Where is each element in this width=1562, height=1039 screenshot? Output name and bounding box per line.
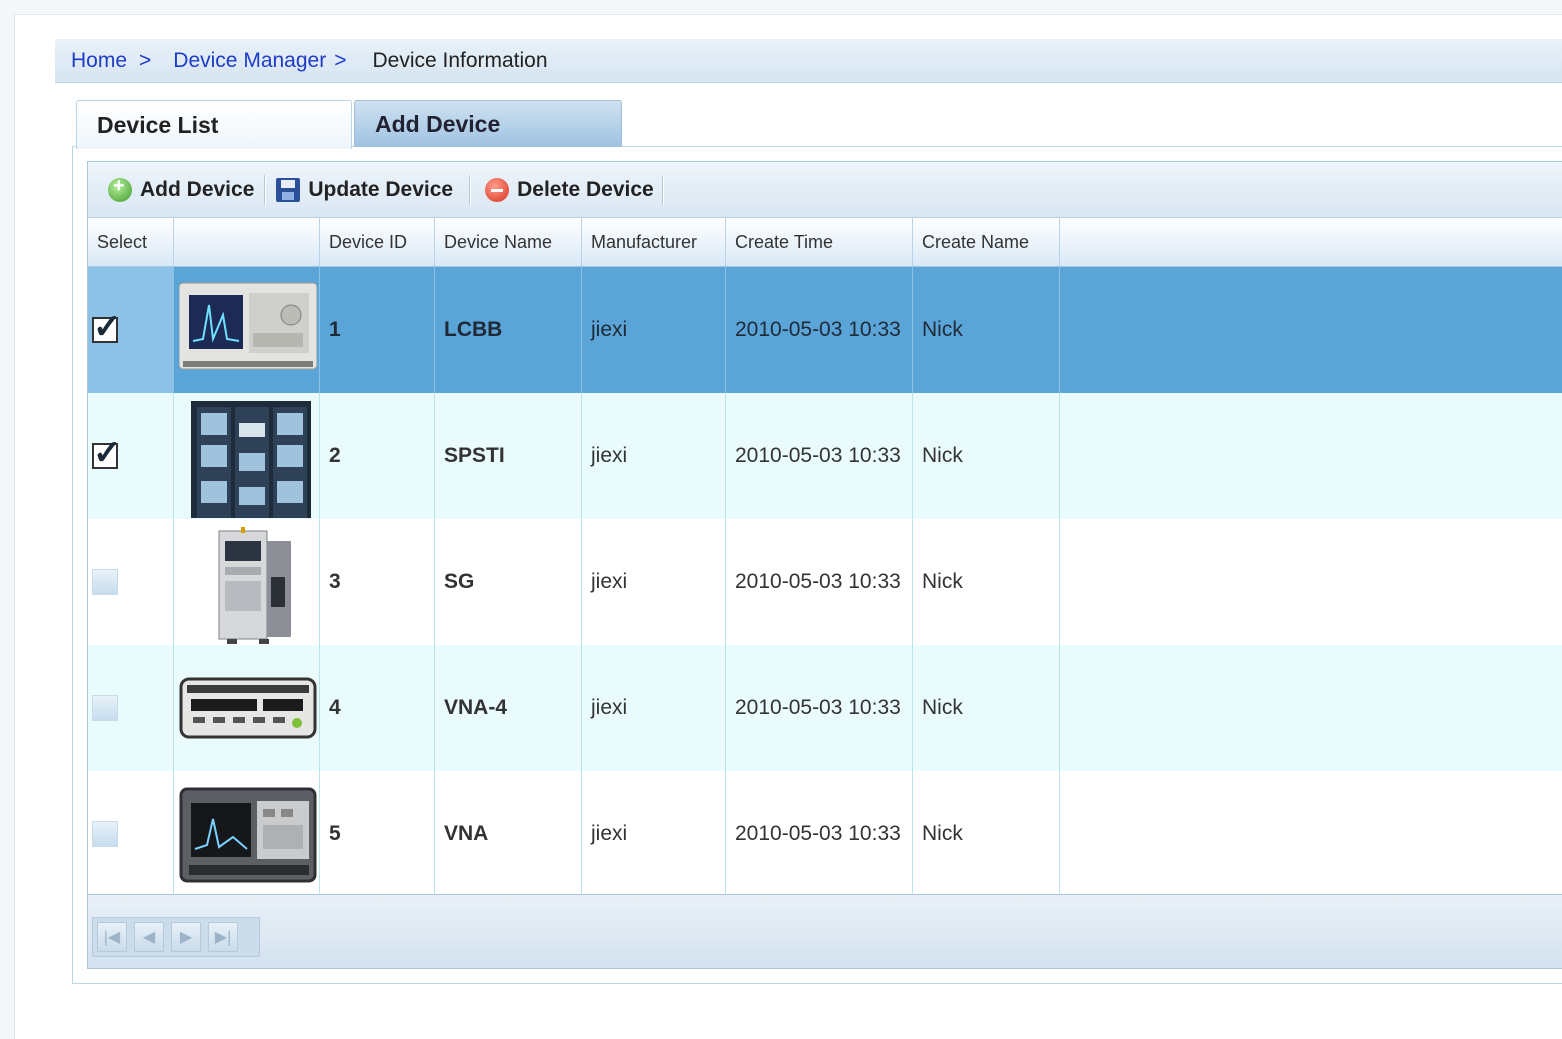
prev-page-icon[interactable]: ◀ <box>134 922 164 952</box>
create-time-cell: 2010-05-03 10:33 <box>726 645 913 771</box>
create-time-cell: 2010-05-03 10:33 <box>726 771 913 897</box>
last-page-icon[interactable]: ▶| <box>208 922 238 952</box>
grid-toolbar: Add Device Update Device Delete Device <box>88 162 1562 218</box>
image-cell <box>174 267 320 393</box>
device-id-cell: 4 <box>320 645 435 771</box>
next-page-icon[interactable]: ▶ <box>171 922 201 952</box>
toolbar-divider <box>469 174 472 205</box>
table-row[interactable]: 1 LCBB jiexi 2010-05-03 10:33 Nick <box>88 267 1562 393</box>
breadcrumb-current: Device Information <box>372 48 548 72</box>
row-checkbox[interactable] <box>92 433 122 473</box>
device-thumbnail-network-analyzer <box>179 282 317 370</box>
image-cell <box>174 519 320 645</box>
row-checkbox[interactable] <box>92 821 118 847</box>
breadcrumb-device-manager-link[interactable]: Device Manager <box>173 49 326 73</box>
delete-device-label: Delete Device <box>517 177 654 201</box>
row-checkbox[interactable] <box>92 569 118 595</box>
select-cell <box>88 645 174 771</box>
create-time-cell: 2010-05-03 10:33 <box>726 267 913 393</box>
update-device-label: Update Device <box>308 177 454 201</box>
create-name-cell: Nick <box>913 771 1060 897</box>
image-cell <box>174 393 320 519</box>
grid-header: Select Device ID Device Name Manufacture… <box>88 218 1562 267</box>
device-name-cell: VNA-4 <box>435 645 582 771</box>
device-id-cell: 2 <box>320 393 435 519</box>
header-create-name[interactable]: Create Name <box>913 218 1060 266</box>
breadcrumb: Home > Device Manager > Device Informati… <box>55 39 1562 83</box>
select-cell <box>88 267 174 393</box>
device-name-cell: SG <box>435 519 582 645</box>
table-row[interactable]: 3 SG jiexi 2010-05-03 10:33 Nick <box>88 519 1562 645</box>
table-row[interactable]: 2 SPSTI jiexi 2010-05-03 10:33 Nick <box>88 393 1562 519</box>
tab-device-list[interactable]: Device List <box>76 100 352 149</box>
header-create-time[interactable]: Create Time <box>726 218 913 266</box>
device-grid: Add Device Update Device Delete Device S… <box>87 161 1562 969</box>
header-image <box>174 218 320 266</box>
image-cell <box>174 771 320 897</box>
breadcrumb-separator: > <box>139 48 152 72</box>
header-device-id[interactable]: Device ID <box>320 218 435 266</box>
device-id-cell: 1 <box>320 267 435 393</box>
toolbar-divider <box>264 174 267 205</box>
device-thumbnail-server-rack <box>191 401 311 518</box>
save-disk-icon <box>276 177 301 202</box>
manufacturer-cell: jiexi <box>582 519 726 645</box>
create-time-cell: 2010-05-03 10:33 <box>726 519 913 645</box>
add-circle-icon <box>108 175 132 202</box>
image-cell <box>174 645 320 771</box>
create-name-cell: Nick <box>913 645 1060 771</box>
device-id-cell: 5 <box>320 771 435 897</box>
grid-pagination-bar: |◀ ◀ ▶ ▶| <box>88 894 1562 968</box>
pager-controls: |◀ ◀ ▶ ▶| <box>92 917 260 957</box>
header-manufacturer[interactable]: Manufacturer <box>582 218 726 266</box>
create-name-cell: Nick <box>913 393 1060 519</box>
create-name-cell: Nick <box>913 519 1060 645</box>
create-time-cell: 2010-05-03 10:33 <box>726 393 913 519</box>
manufacturer-cell: jiexi <box>582 645 726 771</box>
add-device-button[interactable]: Add Device <box>108 175 255 202</box>
select-cell <box>88 771 174 897</box>
select-cell <box>88 519 174 645</box>
toolbar-divider <box>661 174 664 205</box>
table-row[interactable]: 5 VNA jiexi 2010-05-03 10:33 Nick <box>88 771 1562 897</box>
header-select[interactable]: Select <box>88 218 174 266</box>
row-checkbox[interactable] <box>92 307 122 347</box>
update-device-button[interactable]: Update Device <box>276 177 454 202</box>
device-name-cell: SPSTI <box>435 393 582 519</box>
manufacturer-cell: jiexi <box>582 393 726 519</box>
manufacturer-cell: jiexi <box>582 267 726 393</box>
tab-add-device[interactable]: Add Device <box>354 100 622 147</box>
select-cell <box>88 393 174 519</box>
manufacturer-cell: jiexi <box>582 771 726 897</box>
header-device-name[interactable]: Device Name <box>435 218 582 266</box>
first-page-icon[interactable]: |◀ <box>97 922 127 952</box>
add-device-label: Add Device <box>140 177 255 201</box>
device-name-cell: VNA <box>435 771 582 897</box>
create-name-cell: Nick <box>913 267 1060 393</box>
breadcrumb-home-link[interactable]: Home <box>71 49 127 73</box>
device-thumbnail-cabinet-tower <box>218 527 291 644</box>
device-id-cell: 3 <box>320 519 435 645</box>
table-row[interactable]: 4 VNA-4 jiexi 2010-05-03 10:33 Nick <box>88 645 1562 771</box>
breadcrumb-separator: > <box>334 48 347 72</box>
device-thumbnail-spectrum-analyzer <box>179 787 317 883</box>
row-checkbox[interactable] <box>92 695 118 721</box>
device-thumbnail-bench-meter <box>179 677 317 739</box>
device-name-cell: LCBB <box>435 267 582 393</box>
delete-circle-icon <box>485 177 510 202</box>
delete-device-button[interactable]: Delete Device <box>485 177 654 202</box>
